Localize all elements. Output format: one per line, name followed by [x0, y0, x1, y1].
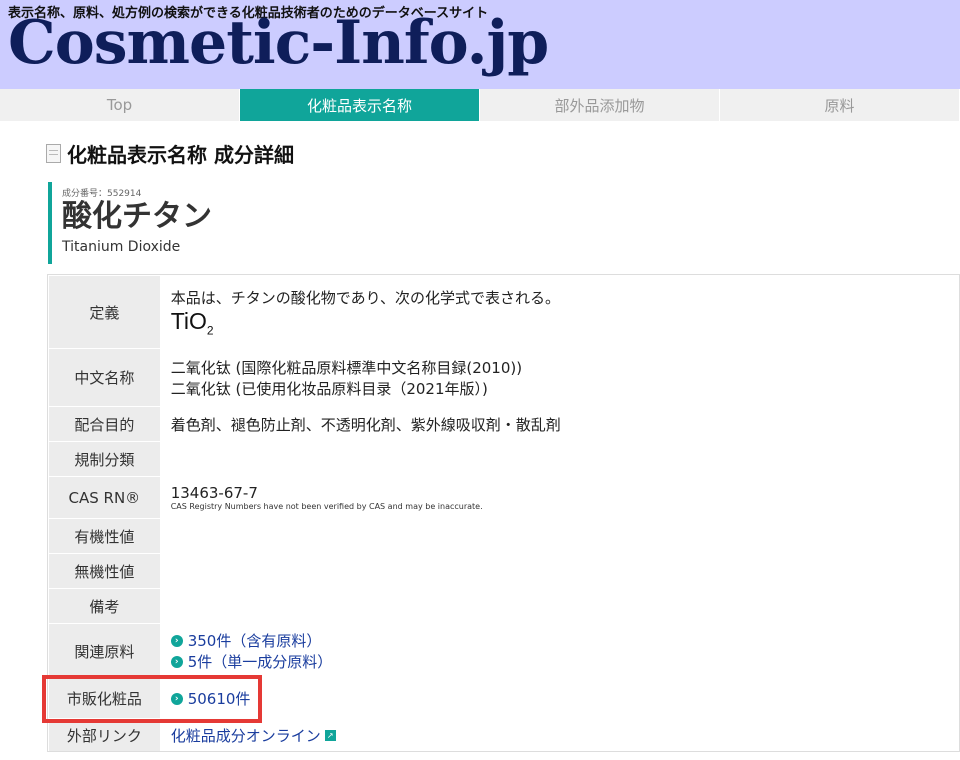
row-chinese-name: 中文名称 二氧化钛 (国際化粧品原料標準中文名称目録(2010)) 二氧化钛 (… [48, 348, 960, 407]
main-nav: Top 化粧品表示名称 部外品添加物 原料 [0, 89, 960, 121]
nav-top[interactable]: Top [0, 89, 240, 121]
external-label: 外部リンク [48, 718, 161, 753]
organic-label: 有機性値 [48, 518, 161, 554]
purpose-label: 配合目的 [48, 406, 161, 442]
row-external: 外部リンク 化粧品成分オンライン ↗ [48, 718, 960, 753]
inorganic-label: 無機性値 [48, 553, 161, 589]
page-title: 化粧品表示名称 成分詳細 [46, 139, 294, 168]
cas-label: CAS RN® [48, 476, 161, 519]
row-commercial: 市販化粧品 › 50610件 [48, 678, 960, 719]
arrow-circle-icon: › [170, 655, 183, 668]
related-link-single[interactable]: › 5件（単一成分原料） [170, 651, 958, 672]
row-cas: CAS RN® 13463-67-7 CAS Registry Numbers … [48, 476, 960, 519]
commercial-label: 市販化粧品 [48, 678, 161, 719]
related-link-contained-text[interactable]: 350件（含有原料） [188, 630, 322, 651]
ingredient-name-ja: 酸化チタン [62, 199, 212, 234]
related-cell: › 350件（含有原料） › 5件（単一成分原料） [159, 623, 960, 679]
remarks-label: 備考 [48, 588, 161, 624]
site-header: 表示名称、原料、処方例の検索ができる化粧品技術者のためのデータベースサイト Co… [0, 0, 960, 89]
nav-quasi-drug-additives[interactable]: 部外品添加物 [480, 89, 720, 121]
page-title-text: 化粧品表示名称 成分詳細 [67, 143, 294, 167]
remarks-value [159, 588, 960, 624]
regulation-label: 規制分類 [48, 441, 161, 477]
definition-label: 定義 [48, 275, 161, 349]
row-related: 関連原料 › 350件（含有原料） › 5件（単一成分原料） [48, 623, 960, 679]
related-link-contained[interactable]: › 350件（含有原料） [170, 630, 958, 651]
detail-table: 定義 本品は、チタンの酸化物であり、次の化学式で表される。 TiO2 中文名称 … [48, 275, 960, 753]
commercial-link-text[interactable]: 50610件 [188, 688, 251, 709]
cas-value: 13463-67-7 [170, 484, 258, 502]
external-link-text[interactable]: 化粧品成分オンライン [171, 725, 321, 746]
ingredient-header: 成分番号：552914 酸化チタン Titanium Dioxide [48, 182, 212, 264]
nav-cosmetic-names[interactable]: 化粧品表示名称 [240, 89, 480, 121]
cas-note: CAS Registry Numbers have not been verif… [170, 502, 483, 511]
ingredient-name-en: Titanium Dioxide [62, 239, 181, 255]
external-cell: 化粧品成分オンライン ↗ [159, 718, 960, 753]
organic-value [159, 518, 960, 554]
chinese-name-label: 中文名称 [48, 348, 161, 407]
row-purpose: 配合目的 着色剤、褪色防止剤、不透明化剤、紫外線吸収剤・散乱剤 [48, 406, 960, 442]
row-inorganic: 無機性値 [48, 553, 960, 589]
row-definition: 定義 本品は、チタンの酸化物であり、次の化学式で表される。 TiO2 [48, 275, 960, 349]
inorganic-value [159, 553, 960, 589]
external-link-icon: ↗ [324, 730, 336, 741]
related-link-single-text[interactable]: 5件（単一成分原料） [188, 651, 333, 672]
cas-cell: 13463-67-7 CAS Registry Numbers have not… [159, 476, 960, 519]
document-icon [46, 144, 61, 163]
chinese-name-line2: 二氧化钛 (已使用化妆品原料目录（2021年版）) [170, 379, 488, 398]
chemical-formula: TiO2 [171, 308, 958, 338]
commercial-link[interactable]: › 50610件 [170, 688, 958, 709]
site-logo[interactable]: Cosmetic-Info.jp [8, 13, 549, 73]
arrow-circle-icon: › [170, 692, 183, 705]
row-remarks: 備考 [48, 588, 960, 624]
regulation-value [159, 441, 960, 477]
formula-subscript: 2 [206, 323, 214, 338]
row-organic: 有機性値 [48, 518, 960, 554]
formula-main: TiO [170, 307, 207, 334]
arrow-circle-icon: › [170, 634, 183, 647]
purpose-value: 着色剤、褪色防止剤、不透明化剤、紫外線吸収剤・散乱剤 [159, 406, 960, 442]
definition-cell: 本品は、チタンの酸化物であり、次の化学式で表される。 TiO2 [159, 275, 960, 349]
related-label: 関連原料 [48, 623, 161, 679]
ingredient-number: 成分番号：552914 [62, 189, 142, 199]
external-link[interactable]: 化粧品成分オンライン ↗ [171, 725, 336, 746]
row-regulation: 規制分類 [48, 441, 960, 477]
definition-text: 本品は、チタンの酸化物であり、次の化学式で表される。 [170, 288, 560, 307]
commercial-cell: › 50610件 [159, 678, 960, 719]
chinese-name-line1: 二氧化钛 (国際化粧品原料標準中文名称目録(2010)) [170, 358, 523, 377]
chinese-name-cell: 二氧化钛 (国際化粧品原料標準中文名称目録(2010)) 二氧化钛 (已使用化妆… [159, 348, 960, 407]
nav-raw-materials[interactable]: 原料 [720, 89, 960, 121]
